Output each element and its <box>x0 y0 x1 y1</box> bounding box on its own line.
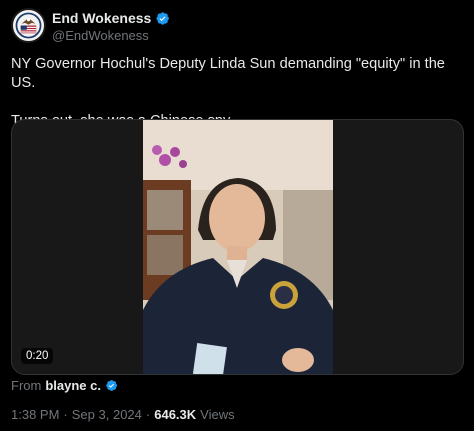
author-handle[interactable]: @EndWokeness <box>52 28 149 43</box>
verified-badge-icon <box>105 379 118 392</box>
tweet-meta: 1:38 PM · Sep 3, 2024 · 646.3K Views <box>11 407 235 422</box>
video-thumbnail[interactable] <box>143 120 333 374</box>
video-duration-badge: 0:20 <box>21 348 54 364</box>
eagle-seal-avatar-icon <box>13 10 44 41</box>
author-display-name[interactable]: End Wokeness <box>52 10 151 26</box>
verified-badge-icon <box>155 11 170 26</box>
author-avatar[interactable] <box>11 8 46 43</box>
attribution-name-link[interactable]: blayne c. <box>45 378 101 393</box>
meta-separator: · <box>63 407 68 422</box>
video-player[interactable]: 0:20 <box>11 119 464 375</box>
attribution-prefix: From <box>11 378 42 393</box>
views-count: 646.3K <box>154 407 197 422</box>
tweet-date[interactable]: Sep 3, 2024 <box>72 407 142 422</box>
meta-separator: · <box>145 407 151 422</box>
video-attribution: From blayne c. <box>11 378 118 393</box>
tweet-header: End Wokeness @EndWokeness <box>11 8 451 44</box>
tweet-text-line: NY Governor Hochul's Deputy Linda Sun de… <box>11 56 445 91</box>
tweet-time[interactable]: 1:38 PM <box>11 407 59 422</box>
views-label: Views <box>200 407 235 422</box>
